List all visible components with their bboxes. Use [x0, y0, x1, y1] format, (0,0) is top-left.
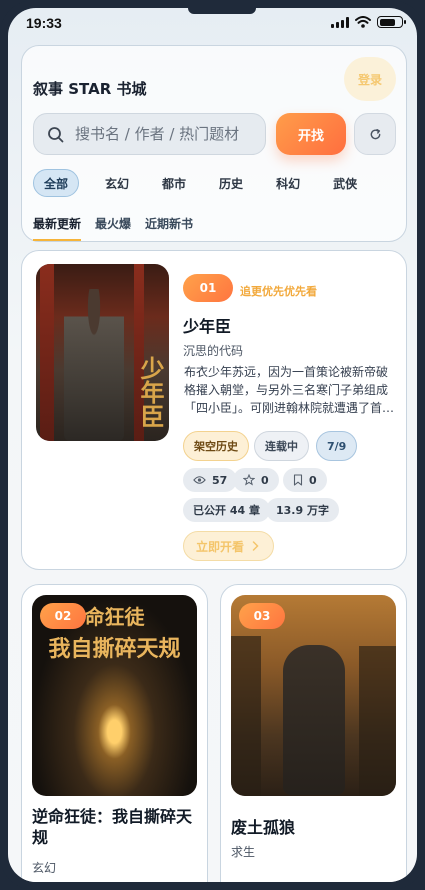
cover-figure-3 — [283, 645, 345, 795]
chevron-right-icon — [252, 541, 259, 551]
stars-count: 0 — [261, 473, 269, 487]
book-title-2[interactable]: 逆命狂徒：我自撕碎天规 — [32, 806, 198, 848]
bookmarks-count: 0 — [309, 473, 317, 487]
bookmark-icon — [293, 474, 303, 486]
tab-latest[interactable]: 最新更新 — [33, 215, 82, 241]
phone-frame: 19:33 叙事 STAR 书城 登录 开找 — [0, 0, 425, 890]
featured-book-card[interactable]: 少年臣 01 追更优先优先看 少年臣 沉思的代码 布衣少年苏远，因为一首策论被新… — [21, 250, 407, 570]
category-filter: 全部 玄幻 都市 历史 科幻 武侠 — [33, 169, 380, 197]
rank-badge: 01 — [183, 274, 233, 302]
rank-note: 追更优先优先看 — [240, 285, 317, 298]
search-box[interactable] — [33, 113, 266, 155]
signal-icon — [331, 16, 349, 28]
views-count: 57 — [212, 473, 228, 487]
refresh-button[interactable] — [354, 113, 396, 155]
read-now-label: 立即开看 — [196, 539, 245, 554]
search-icon — [48, 127, 64, 143]
book-author-3[interactable]: 求生 — [231, 843, 255, 860]
star-icon — [243, 474, 255, 486]
word-count: 13.9 万字 — [266, 498, 339, 522]
book-description: 布衣少年苏远，因为一首策论被新帝破格擢入朝堂，与另外三名寒门子弟组成「四小臣」。… — [184, 365, 395, 415]
login-button[interactable]: 登录 — [344, 57, 396, 101]
rank-badge-3: 03 — [239, 603, 285, 629]
book-card-3[interactable]: 03 废土孤狼 求生 — [220, 584, 407, 882]
search-input[interactable] — [75, 114, 260, 154]
status-time: 19:33 — [26, 15, 62, 31]
wifi-icon — [355, 16, 371, 28]
tab-hottest[interactable]: 最火爆 — [95, 215, 131, 241]
tab-new-books[interactable]: 近期新书 — [145, 215, 193, 241]
chapter-count-tag: 7/9 — [316, 431, 358, 461]
refresh-icon — [370, 128, 380, 139]
category-chip-urban[interactable]: 都市 — [152, 169, 196, 197]
category-chip-all[interactable]: 全部 — [33, 169, 80, 197]
header-card: 叙事 STAR 书城 登录 开找 全部 玄幻 都市 历史 科幻 武侠 最新更新 — [21, 45, 407, 242]
cover-figure — [64, 289, 124, 441]
book-title[interactable]: 少年臣 — [183, 313, 231, 337]
cover-title-text: 少年臣 — [136, 356, 165, 428]
genre-tag[interactable]: 架空历史 — [183, 431, 249, 461]
category-chip-xuanhuan[interactable]: 玄幻 — [95, 169, 139, 197]
status-bar: 19:33 — [8, 8, 417, 38]
battery-icon — [377, 16, 406, 28]
category-chip-scifi[interactable]: 科幻 — [266, 169, 310, 197]
book-author-2[interactable]: 玄幻 — [32, 859, 56, 876]
sort-tabs: 最新更新 最火爆 近期新书 — [33, 215, 193, 241]
book-card-2[interactable]: 命狂徒 我自撕碎天规 02 逆命狂徒：我自撕碎天规 玄幻 — [21, 584, 208, 882]
category-chip-history[interactable]: 历史 — [209, 169, 253, 197]
book-cover[interactable]: 少年臣 — [36, 264, 169, 441]
app-screen: 19:33 叙事 STAR 书城 登录 开找 — [8, 8, 417, 882]
read-now-button[interactable]: 立即开看 — [183, 531, 274, 561]
status-icons — [331, 16, 406, 28]
status-tag: 连载中 — [254, 431, 309, 461]
category-chip-wuxia[interactable]: 武侠 — [323, 169, 367, 197]
eye-icon — [193, 476, 206, 484]
search-button[interactable]: 开找 — [276, 113, 346, 155]
app-title: 叙事 STAR 书城 — [33, 80, 147, 98]
rank-badge-2: 02 — [40, 603, 86, 629]
book-title-3[interactable]: 废土孤狼 — [231, 814, 295, 838]
cover-title-line-2: 我自撕碎天规 — [48, 636, 181, 662]
book-author[interactable]: 沉思的代码 — [183, 342, 243, 359]
bookmarks-stat[interactable]: 0 — [283, 468, 327, 492]
views-stat: 57 — [183, 468, 238, 492]
chapters-published: 已公开 44 章 — [183, 498, 270, 522]
stars-stat[interactable]: 0 — [233, 468, 279, 492]
